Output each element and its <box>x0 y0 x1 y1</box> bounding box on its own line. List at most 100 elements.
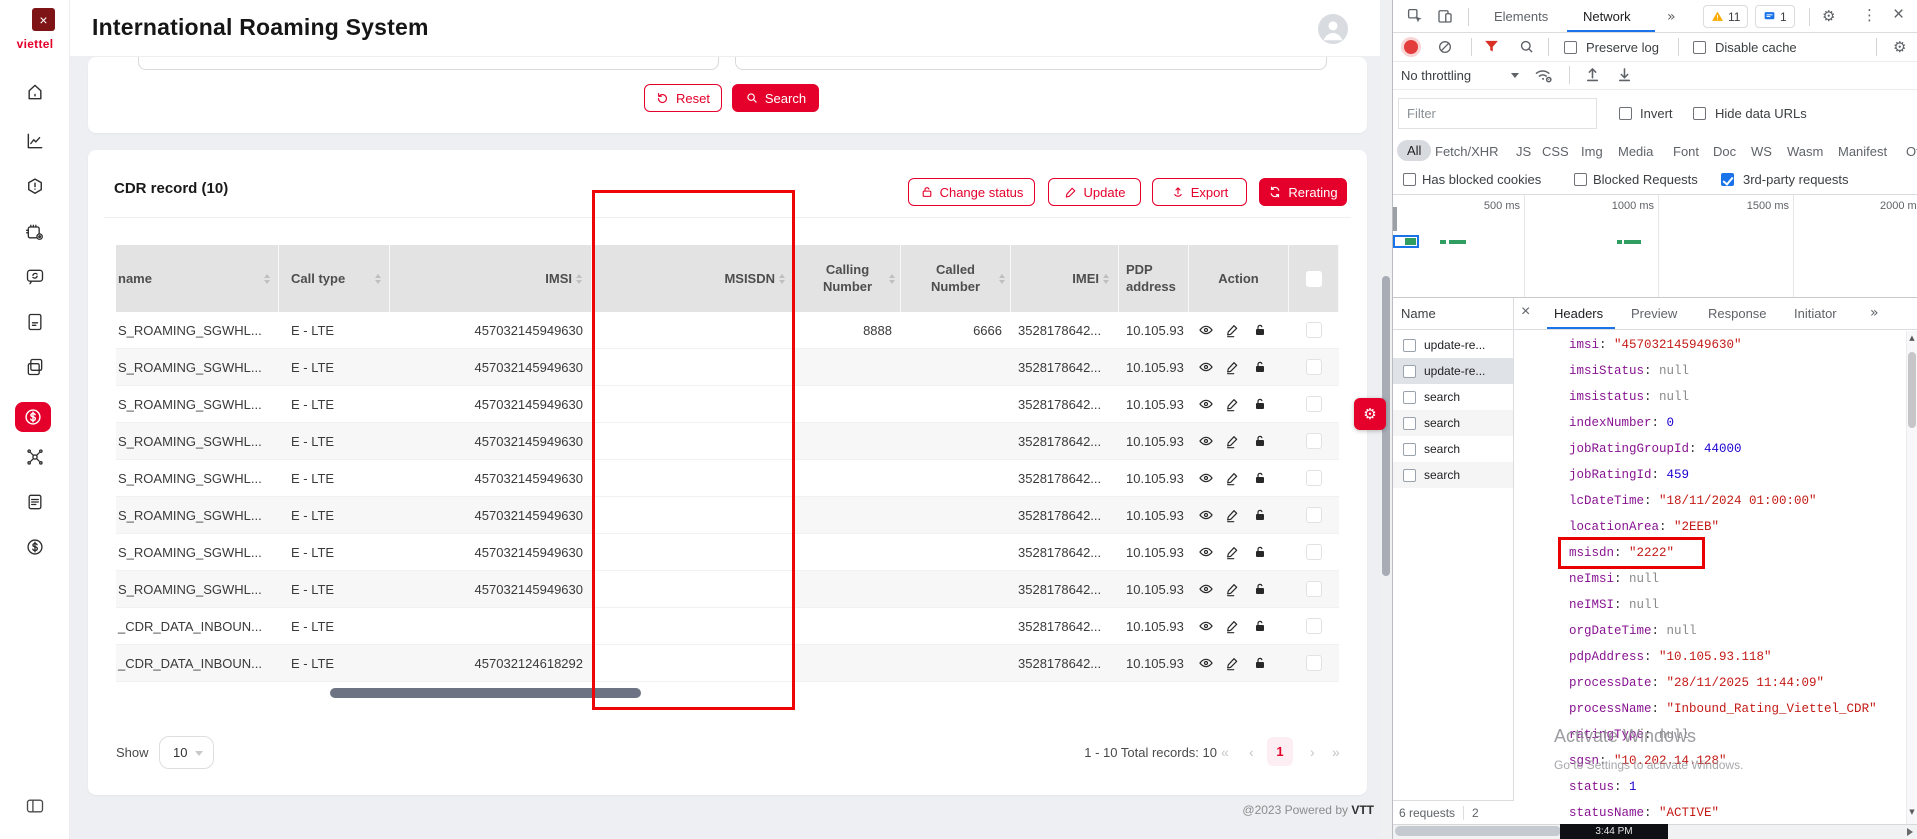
search-button[interactable]: Search <box>732 84 819 112</box>
type-filter[interactable]: WS <box>1751 144 1772 159</box>
type-filter[interactable]: Other <box>1906 144 1917 159</box>
type-filter[interactable]: All <box>1397 140 1431 161</box>
tab-network[interactable]: Network <box>1583 9 1631 24</box>
request-checkbox[interactable] <box>1403 365 1416 378</box>
unlock-icon[interactable] <box>1252 655 1268 671</box>
unlock-icon[interactable] <box>1252 507 1268 523</box>
request-row[interactable]: update-re... <box>1393 332 1513 358</box>
warnings-badge[interactable]: 11 <box>1703 5 1748 28</box>
view-icon[interactable] <box>1198 470 1214 486</box>
tab-preview[interactable]: Preview <box>1631 306 1677 321</box>
unlock-icon[interactable] <box>1252 581 1268 597</box>
type-filter[interactable]: Font <box>1673 144 1699 159</box>
view-icon[interactable] <box>1198 396 1214 412</box>
request-checkbox[interactable] <box>1403 391 1416 404</box>
edit-icon[interactable] <box>1225 470 1241 486</box>
sidebar-item-home[interactable] <box>25 82 45 102</box>
hide-data-urls-checkbox[interactable] <box>1693 107 1706 120</box>
sidebar-item-copy[interactable] <box>25 357 45 377</box>
more-detail-tabs-icon[interactable]: » <box>1870 305 1879 321</box>
filter-icon[interactable] <box>1483 38 1500 55</box>
edit-icon[interactable] <box>1225 655 1241 671</box>
floating-settings-button[interactable]: ⚙ <box>1354 398 1386 430</box>
edit-icon[interactable] <box>1225 581 1241 597</box>
unlock-icon[interactable] <box>1252 544 1268 560</box>
row-checkbox[interactable] <box>1306 433 1322 449</box>
type-filter[interactable]: Wasm <box>1787 144 1823 159</box>
view-icon[interactable] <box>1198 322 1214 338</box>
clear-icon[interactable] <box>1437 39 1453 55</box>
select-all-checkbox[interactable] <box>1306 271 1322 287</box>
devtools-close-icon[interactable]: × <box>1893 4 1904 26</box>
change-status-button[interactable]: Change status <box>908 178 1035 206</box>
inspect-icon[interactable] <box>1406 7 1424 25</box>
request-checkbox[interactable] <box>1403 339 1416 352</box>
name-column-header[interactable]: Name <box>1401 306 1436 321</box>
type-filter[interactable]: Manifest <box>1838 144 1887 159</box>
scroll-down-icon[interactable]: ▼ <box>1907 808 1917 816</box>
sort-icon[interactable] <box>576 274 582 284</box>
type-filter[interactable]: Doc <box>1713 144 1736 159</box>
row-checkbox[interactable] <box>1306 322 1322 338</box>
messages-badge[interactable]: 1 <box>1755 5 1795 28</box>
col-header-imei[interactable]: IMEI <box>1011 245 1119 312</box>
edit-icon[interactable] <box>1225 507 1241 523</box>
device-toolbar-icon[interactable] <box>1436 7 1454 25</box>
request-checkbox[interactable] <box>1403 417 1416 430</box>
request-row[interactable]: search <box>1393 462 1513 488</box>
sidebar-item-reports[interactable] <box>25 492 45 512</box>
type-filter[interactable]: JS <box>1516 144 1531 159</box>
tab-initiator[interactable]: Initiator <box>1794 306 1837 321</box>
export-har-icon[interactable] <box>1615 64 1634 85</box>
request-checkbox[interactable] <box>1403 443 1416 456</box>
sort-icon[interactable] <box>889 274 895 284</box>
sidebar-item-revenue[interactable] <box>25 537 45 557</box>
next-page-icon[interactable]: › <box>1310 744 1315 760</box>
type-filter[interactable]: Fetch/XHR <box>1435 144 1499 159</box>
scroll-right-icon[interactable] <box>1907 828 1913 836</box>
sidebar-item-messages[interactable] <box>25 267 45 287</box>
row-checkbox[interactable] <box>1306 655 1322 671</box>
col-header-calling-number[interactable]: Calling Number <box>795 245 901 312</box>
close-details-icon[interactable]: × <box>1521 303 1530 321</box>
sidebar-item-network[interactable] <box>25 447 45 467</box>
invert-checkbox[interactable] <box>1619 107 1632 120</box>
reset-button[interactable]: Reset <box>644 84 722 112</box>
first-page-icon[interactable]: « <box>1221 744 1229 760</box>
request-row[interactable]: search <box>1393 384 1513 410</box>
search-network-icon[interactable] <box>1518 38 1535 55</box>
page-size-select[interactable]: 10 <box>159 736 214 769</box>
row-checkbox[interactable] <box>1306 618 1322 634</box>
last-page-icon[interactable]: » <box>1332 744 1340 760</box>
sidebar-item-processing[interactable] <box>25 222 45 242</box>
import-har-icon[interactable] <box>1583 64 1602 85</box>
type-filter[interactable]: Media <box>1618 144 1653 159</box>
unlock-icon[interactable] <box>1252 359 1268 375</box>
col-header-imsi[interactable]: IMSI <box>390 245 592 312</box>
edit-icon[interactable] <box>1225 544 1241 560</box>
throttling-wifi-icon[interactable] <box>1533 64 1554 85</box>
unlock-icon[interactable] <box>1252 433 1268 449</box>
view-icon[interactable] <box>1198 618 1214 634</box>
request-row[interactable]: search <box>1393 436 1513 462</box>
tab-headers[interactable]: Headers <box>1554 306 1603 321</box>
view-icon[interactable] <box>1198 655 1214 671</box>
row-checkbox[interactable] <box>1306 507 1322 523</box>
view-icon[interactable] <box>1198 433 1214 449</box>
col-header-name[interactable]: name <box>116 245 279 312</box>
sidebar-item-alerts[interactable] <box>25 177 45 197</box>
record-icon[interactable] <box>1404 40 1418 54</box>
row-checkbox[interactable] <box>1306 396 1322 412</box>
sidebar-item-files[interactable] <box>25 312 45 332</box>
request-row[interactable]: search <box>1393 410 1513 436</box>
unlock-icon[interactable] <box>1252 396 1268 412</box>
unlock-icon[interactable] <box>1252 322 1268 338</box>
sidebar-collapse-toggle[interactable] <box>25 796 45 816</box>
view-icon[interactable] <box>1198 359 1214 375</box>
row-checkbox[interactable] <box>1306 544 1322 560</box>
row-checkbox[interactable] <box>1306 470 1322 486</box>
sidebar-item-billing-active[interactable] <box>15 402 51 432</box>
export-button[interactable]: Export <box>1152 178 1247 206</box>
edit-icon[interactable] <box>1225 396 1241 412</box>
throttling-select[interactable]: No throttling <box>1401 68 1471 83</box>
